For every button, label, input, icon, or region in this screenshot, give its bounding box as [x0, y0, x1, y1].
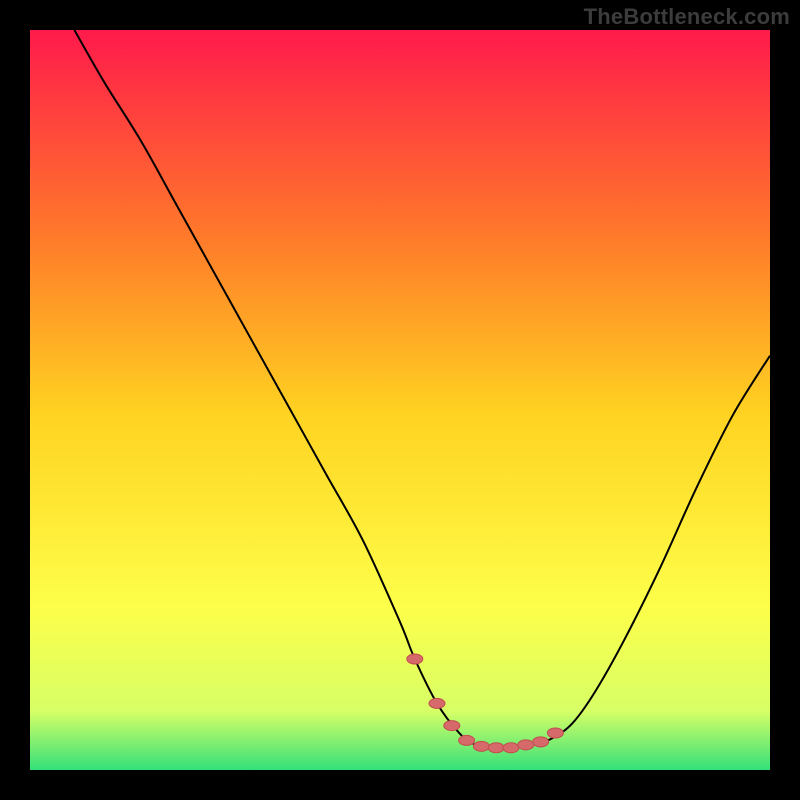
- optimal-marker: [444, 721, 460, 731]
- optimal-marker-group: [407, 654, 564, 753]
- optimal-marker: [547, 728, 563, 738]
- optimal-marker: [518, 740, 534, 750]
- optimal-marker: [473, 741, 489, 751]
- chart-svg: [30, 30, 770, 770]
- plot-area: [30, 30, 770, 770]
- optimal-marker: [429, 698, 445, 708]
- optimal-marker: [533, 737, 549, 747]
- bottleneck-curve: [74, 30, 770, 748]
- optimal-marker: [459, 735, 475, 745]
- optimal-marker: [488, 743, 504, 753]
- optimal-marker: [503, 743, 519, 753]
- watermark-text: TheBottleneck.com: [584, 4, 790, 30]
- chart-frame: TheBottleneck.com: [0, 0, 800, 800]
- optimal-marker: [407, 654, 423, 664]
